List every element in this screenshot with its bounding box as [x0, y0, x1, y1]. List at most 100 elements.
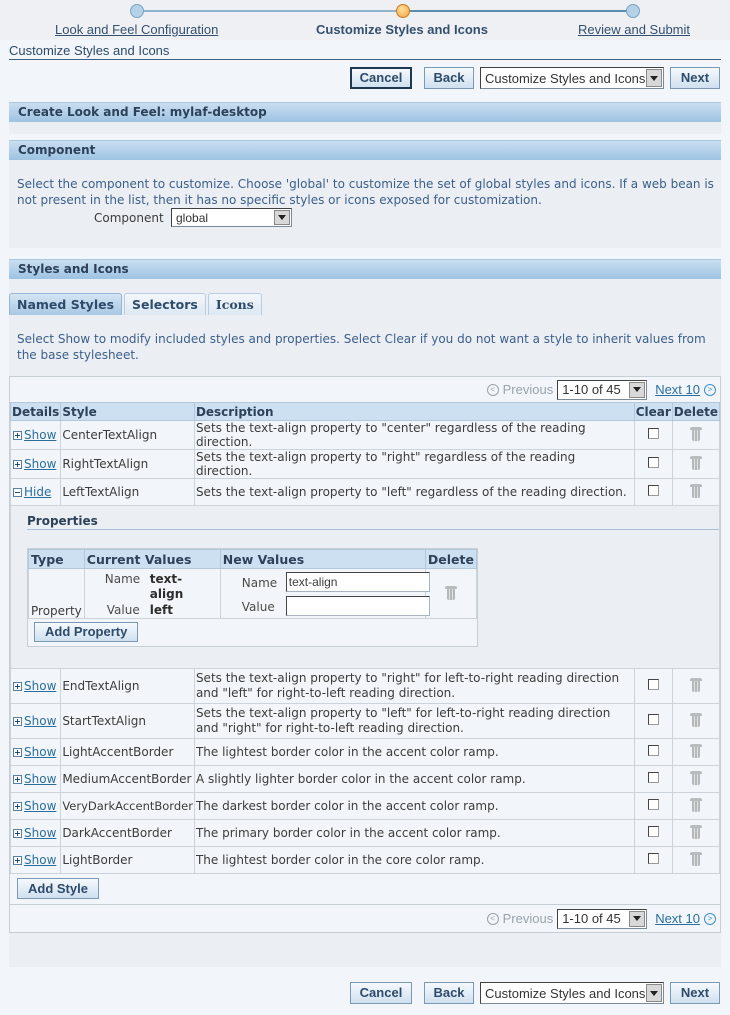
clear-checkbox[interactable] [647, 826, 659, 837]
clear-checkbox[interactable] [647, 799, 659, 810]
trash-icon[interactable] [689, 797, 702, 812]
train-step-look-and-feel[interactable]: Look and Feel Configuration [55, 22, 218, 37]
properties-table-container: Type Current Values New Values Delete Pr… [27, 548, 478, 647]
train-step-customize: Customize Styles and Icons [316, 22, 488, 37]
clear-checkbox[interactable] [647, 745, 659, 756]
page-range-value: 1-10 of 45 [562, 911, 621, 926]
clear-checkbox[interactable] [647, 678, 659, 690]
trash-icon[interactable] [689, 455, 702, 470]
clear-checkbox[interactable] [647, 457, 659, 468]
trash-icon[interactable] [689, 851, 702, 866]
show-link[interactable]: Show [24, 679, 56, 693]
previous-link: < Previous [486, 911, 553, 926]
expand-icon[interactable] [13, 802, 22, 811]
train-step-review[interactable]: Review and Submit [578, 22, 690, 37]
new-value-input[interactable] [285, 596, 430, 616]
chevron-down-icon [646, 69, 662, 87]
next-button[interactable]: Next [670, 67, 720, 89]
table-row: Show RightTextAlign Sets the text-align … [9, 449, 721, 479]
col-current-values: Current Values [83, 549, 221, 569]
table-row: Show MediumAccentBorder A slightly light… [9, 765, 721, 793]
show-link[interactable]: Show [24, 457, 56, 471]
show-link[interactable]: Show [24, 745, 56, 759]
expand-icon[interactable] [13, 829, 22, 838]
chevron-right-icon[interactable]: > [704, 912, 716, 925]
component-section-body: Select the component to customize. Choos… [9, 160, 721, 248]
step-select-value: Customize Styles and Icons [485, 70, 646, 86]
clear-checkbox[interactable] [647, 713, 659, 725]
component-help-text: Select the component to customize. Choos… [17, 177, 714, 207]
expand-icon[interactable] [13, 460, 22, 469]
cancel-button[interactable]: Cancel [350, 67, 412, 89]
page-range-select[interactable]: 1-10 of 45 [557, 379, 648, 400]
top-navigation: Cancel Back Customize Styles and Icons N… [350, 67, 720, 89]
expand-icon[interactable] [13, 748, 22, 757]
show-link[interactable]: Show [24, 714, 56, 728]
expand-icon[interactable] [13, 775, 22, 784]
page-range-select[interactable]: 1-10 of 45 [557, 908, 648, 929]
col-details: Details [9, 402, 62, 421]
col-description: Description [193, 402, 635, 421]
next-10-link[interactable]: Next 10 [655, 382, 700, 397]
collapse-icon[interactable] [13, 488, 22, 497]
step-select[interactable]: Customize Styles and Icons [480, 982, 664, 1004]
col-new-values: New Values [219, 549, 426, 569]
tab-bar: Named Styles Selectors Icons [9, 293, 262, 315]
table-row: Show CenterTextAlign Sets the text-align… [9, 420, 721, 450]
cancel-button[interactable]: Cancel [350, 982, 412, 1004]
show-link[interactable]: Show [24, 799, 56, 813]
trash-icon[interactable] [689, 712, 702, 727]
trash-icon[interactable] [689, 824, 702, 839]
property-row: Property Name text-align Value left Name [28, 568, 478, 619]
add-style-button[interactable]: Add Style [17, 878, 99, 899]
clear-checkbox[interactable] [647, 772, 659, 783]
expand-icon[interactable] [13, 856, 22, 865]
col-clear: Clear [633, 402, 673, 421]
tab-selectors[interactable]: Selectors [124, 293, 206, 315]
back-button[interactable]: Back [424, 67, 474, 89]
page-title: Customize Styles and Icons [9, 43, 721, 60]
expand-icon[interactable] [13, 716, 22, 726]
col-delete: Delete [671, 402, 721, 421]
style-description: Sets the text-align property to "left" r… [193, 478, 635, 506]
tab-icons[interactable]: Icons [207, 293, 262, 315]
trash-icon[interactable] [444, 585, 457, 600]
show-link[interactable]: Show [24, 826, 56, 840]
style-name: LightAccentBorder [60, 738, 195, 766]
tab-named-styles[interactable]: Named Styles [9, 293, 123, 315]
style-description: The darkest border color in the accent c… [193, 792, 635, 820]
col-style: Style [60, 402, 195, 421]
trash-icon[interactable] [689, 483, 702, 498]
add-property-button[interactable]: Add Property [34, 622, 139, 642]
style-name: EndTextAlign [60, 668, 195, 704]
expand-icon[interactable] [13, 431, 22, 440]
chevron-left-icon: < [486, 383, 499, 396]
step-select[interactable]: Customize Styles and Icons [480, 67, 664, 89]
trash-icon[interactable] [689, 770, 702, 785]
create-look-and-feel-header: Create Look and Feel: mylaf-desktop [9, 102, 721, 122]
show-link[interactable]: Show [24, 772, 56, 786]
chevron-right-icon[interactable]: > [704, 383, 716, 396]
hide-link[interactable]: Hide [24, 485, 51, 499]
trash-icon[interactable] [689, 426, 702, 441]
next-10-link[interactable]: Next 10 [655, 911, 700, 926]
style-name: VeryDarkAccentBorder [60, 792, 195, 820]
clear-checkbox[interactable] [647, 428, 659, 439]
expand-icon[interactable] [13, 681, 22, 691]
style-name: CenterTextAlign [60, 420, 195, 450]
back-button[interactable]: Back [424, 982, 474, 1004]
new-value-label: Value [241, 600, 275, 614]
component-select[interactable]: global [171, 208, 292, 227]
new-name-input[interactable]: text-align [285, 572, 430, 592]
trash-icon[interactable] [689, 677, 702, 692]
clear-checkbox[interactable] [647, 853, 659, 864]
clear-checkbox[interactable] [647, 485, 659, 496]
next-button[interactable]: Next [670, 982, 720, 1004]
train-step-1-icon[interactable] [130, 4, 144, 18]
style-name: StartTextAlign [60, 703, 195, 739]
style-description: Sets the text-align property to "right" … [193, 449, 635, 479]
trash-icon[interactable] [689, 743, 702, 758]
show-link[interactable]: Show [24, 428, 56, 442]
train-step-3-icon[interactable] [626, 4, 640, 18]
show-link[interactable]: Show [24, 853, 56, 867]
